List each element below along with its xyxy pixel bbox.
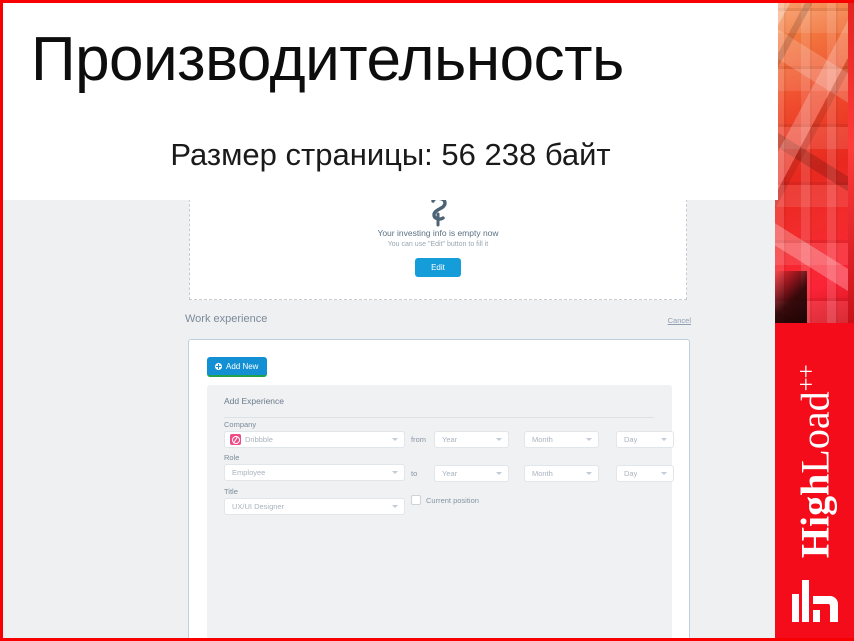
- empty-state-title: Your investing info is empty now: [377, 228, 499, 238]
- from-day-value: Day: [624, 435, 638, 444]
- add-experience-title: Add Experience: [224, 396, 285, 406]
- bar-chart-logo-mark-icon: [791, 580, 838, 622]
- empty-state-subtitle: You can use "Edit" button to fill it: [387, 241, 489, 248]
- role-value: Employee: [232, 468, 266, 477]
- wordmark-load: Load: [792, 391, 838, 474]
- current-position-label: Current position: [426, 495, 479, 505]
- to-month-value: Month: [532, 469, 553, 478]
- from-year-select[interactable]: Year: [434, 431, 509, 448]
- investing-empty-state-card: Your investing info is empty now You can…: [189, 198, 687, 300]
- plus-circle-icon: [215, 363, 222, 370]
- company-value: Dribbble: [245, 435, 273, 444]
- company-label: Company: [224, 420, 257, 429]
- current-position-checkbox-row[interactable]: Current position: [411, 495, 479, 505]
- wordmark-plus: ++: [792, 365, 820, 392]
- panel-divider: [224, 417, 654, 418]
- edit-button[interactable]: Edit: [415, 258, 461, 277]
- to-day-value: Day: [624, 469, 638, 478]
- chevron-down-icon: [661, 472, 667, 475]
- chevron-down-icon: [496, 438, 502, 441]
- to-month-select[interactable]: Month: [524, 465, 599, 482]
- from-label: from: [411, 435, 426, 444]
- role-label: Role: [224, 453, 240, 462]
- company-select[interactable]: Dribbble: [224, 431, 405, 448]
- wordmark-high: High: [792, 473, 838, 559]
- to-label: to: [411, 469, 418, 478]
- from-month-value: Month: [532, 435, 553, 444]
- to-year-select[interactable]: Year: [434, 465, 509, 482]
- title-label: Title: [224, 487, 238, 496]
- current-position-checkbox[interactable]: [411, 495, 421, 505]
- add-new-button[interactable]: Add New: [207, 357, 268, 377]
- work-experience-header: Work experience Cancel: [185, 313, 691, 333]
- from-month-select[interactable]: Month: [524, 431, 599, 448]
- role-select[interactable]: Employee: [224, 464, 405, 481]
- page-title: Производительность: [31, 25, 624, 94]
- section-cancel-link[interactable]: Cancel: [668, 316, 691, 325]
- chevron-down-icon: [586, 472, 592, 475]
- chevron-down-icon: [392, 438, 398, 441]
- section-title: Work experience: [185, 313, 268, 325]
- dribbble-icon: [230, 434, 241, 445]
- title-band: Производительность Размер страницы: 56 2…: [3, 3, 778, 200]
- to-day-select[interactable]: Day: [616, 465, 674, 482]
- title-value: UX/UI Designer: [232, 502, 285, 511]
- chevron-down-icon: [392, 471, 398, 474]
- add-new-label: Add New: [226, 362, 259, 371]
- highload-wordmark: HighLoad++: [792, 365, 838, 559]
- title-select[interactable]: UX/UI Designer: [224, 498, 405, 515]
- from-year-value: Year: [442, 435, 458, 444]
- abstract-architecture-image: [775, 3, 854, 323]
- highload-logo-banner: HighLoad++: [775, 323, 854, 638]
- image-dark-corner: [775, 271, 807, 323]
- to-year-value: Year: [442, 469, 458, 478]
- work-experience-card: Add New Add Experience: [188, 339, 690, 638]
- chevron-down-icon: [586, 438, 592, 441]
- image-edge-strip: [848, 3, 854, 323]
- currency-swirl-icon: [190, 198, 686, 227]
- from-day-select[interactable]: Day: [616, 431, 674, 448]
- chevron-down-icon: [661, 438, 667, 441]
- chevron-down-icon: [496, 472, 502, 475]
- embedded-screenshot: Your investing info is empty now You can…: [3, 198, 778, 638]
- presentation-slide: HighLoad++ Производительность Размер стр…: [0, 0, 854, 641]
- chevron-down-icon: [392, 505, 398, 508]
- page-subtitle: Размер страницы: 56 238 байт: [170, 137, 611, 172]
